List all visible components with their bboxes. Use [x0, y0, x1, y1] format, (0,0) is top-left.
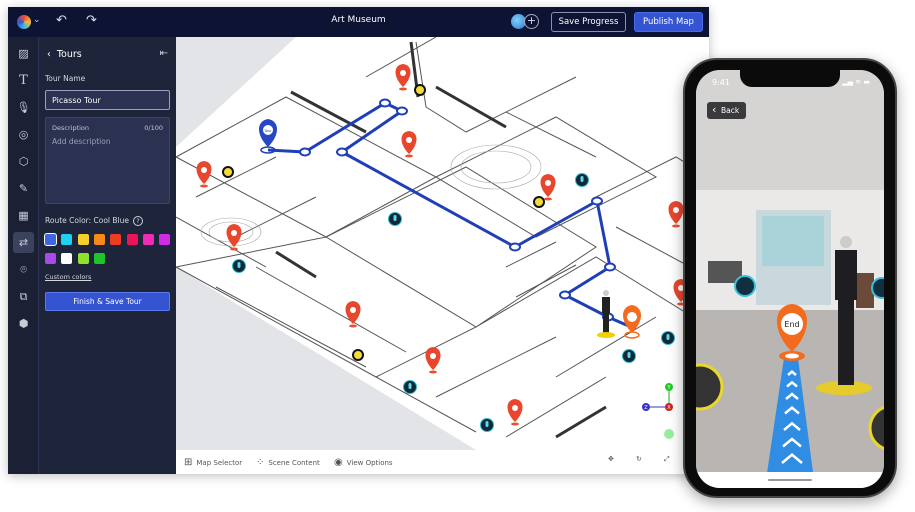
color-swatch[interactable]	[126, 234, 138, 245]
floor-plan: Tour Y Z X	[176, 37, 709, 450]
tours-back-button[interactable]: ‹ Tours	[47, 49, 82, 60]
route-node[interactable]	[299, 147, 311, 157]
phone-notch	[740, 70, 840, 87]
header: ⌄ ↶ ↷ Art Museum + Save Progress Publish…	[8, 7, 709, 37]
tool-rail: ▨ T 🎙︎ ◎ ⬡ ✎ ▦ ⇄ ⌾ ⧉ ⬢	[8, 37, 39, 474]
publish-map-button[interactable]: Publish Map	[634, 12, 703, 32]
custom-colors-link[interactable]: Custom colors	[45, 273, 91, 281]
finish-save-tour-button[interactable]: Finish & Save Tour	[45, 292, 170, 311]
route-node[interactable]	[559, 290, 571, 300]
color-swatch[interactable]	[110, 234, 122, 245]
description-counter: 0/100	[144, 124, 163, 132]
layers-icon[interactable]: ⧉	[13, 286, 34, 307]
scene-icon: ⁘	[256, 457, 265, 468]
ar-view: End 9:41 ▂▄ ≋ ▬ Back	[696, 70, 884, 488]
map-selector-label: Map Selector	[196, 458, 243, 467]
audio-marker-icon[interactable]	[388, 212, 402, 226]
audio-marker-icon[interactable]	[871, 277, 884, 299]
description-placeholder: Add description	[52, 137, 111, 146]
route-color-text: Route Color: Cool Blue	[45, 216, 129, 225]
description-label: Description	[52, 124, 90, 132]
route-node[interactable]	[396, 106, 408, 116]
audio-marker-icon[interactable]	[622, 349, 636, 363]
audio-marker-icon[interactable]	[734, 275, 756, 297]
gallery-scene: End	[696, 70, 884, 488]
end-label: End	[784, 320, 799, 329]
redo-icon[interactable]: ↷	[86, 13, 97, 28]
route-node[interactable]	[509, 242, 521, 252]
route-node[interactable]	[591, 196, 603, 206]
route-node[interactable]	[604, 262, 616, 272]
description-field[interactable]: Description 0/100 Add description	[45, 117, 170, 204]
scene-content-label: Scene Content	[268, 458, 320, 467]
edit-icon[interactable]: ✎	[13, 178, 34, 199]
tour-name-label: Tour Name	[45, 74, 86, 83]
save-progress-button[interactable]: Save Progress	[551, 12, 626, 32]
move-icon[interactable]: ✥	[608, 455, 614, 463]
artwork-marker[interactable]	[414, 84, 426, 96]
map-icon: ⊞	[184, 457, 193, 468]
image-icon[interactable]: ▨	[13, 43, 34, 64]
view-options-label: View Options	[346, 458, 393, 467]
artwork-marker[interactable]	[222, 166, 234, 178]
map-selector-button[interactable]: ⊞ Map Selector	[184, 457, 242, 468]
grid-icon[interactable]: ▦	[13, 205, 34, 226]
panel-title: Tours	[56, 49, 82, 60]
bottom-toolbar: ⊞ Map Selector ⁘ Scene Content ◉ View Optio…	[176, 450, 709, 474]
chevron-down-icon[interactable]: ⌄	[33, 15, 41, 25]
route-node[interactable]	[336, 147, 348, 157]
rotate-icon[interactable]: ↻	[636, 455, 642, 463]
color-swatch[interactable]	[61, 253, 73, 264]
color-swatch[interactable]	[142, 234, 154, 245]
microphone-icon[interactable]: 🎙︎	[13, 97, 34, 118]
app-logo[interactable]	[17, 15, 31, 29]
color-swatch[interactable]	[93, 253, 105, 264]
artwork-marker[interactable]	[533, 196, 545, 208]
color-swatch[interactable]	[44, 233, 57, 246]
guide-person	[835, 250, 857, 300]
axis-z: Z	[644, 405, 648, 411]
floor-plan-sheet	[176, 37, 709, 450]
tours-panel: ‹ Tours ⇤ Tour Name Picasso Tour Descrip…	[39, 37, 176, 474]
map-canvas[interactable]: Tour Y Z X	[176, 37, 709, 450]
route-node[interactable]	[379, 98, 391, 108]
color-swatch[interactable]	[77, 253, 89, 264]
box-stack-icon[interactable]: ⬢	[13, 313, 34, 334]
back-button[interactable]: Back	[707, 101, 746, 119]
audio-marker-icon[interactable]	[232, 259, 246, 273]
color-swatch[interactable]	[61, 234, 73, 245]
help-icon[interactable]: ?	[133, 216, 143, 226]
audio-marker-icon[interactable]	[480, 418, 494, 432]
artwork-marker[interactable]	[352, 349, 364, 361]
tour-name-input[interactable]: Picasso Tour	[45, 90, 170, 110]
home-indicator	[696, 472, 884, 488]
target-icon[interactable]: ◎	[13, 124, 34, 145]
editor-window: ⌄ ↶ ↷ Art Museum + Save Progress Publish…	[8, 7, 709, 474]
audio-marker-icon[interactable]	[661, 331, 675, 345]
color-swatch[interactable]	[77, 234, 89, 245]
fullscreen-icon[interactable]: ⤢	[664, 455, 670, 464]
axis-x: X	[667, 405, 671, 411]
color-swatch[interactable]	[93, 234, 105, 245]
scene-content-button[interactable]: ⁘ Scene Content	[256, 457, 320, 468]
undo-icon[interactable]: ↶	[56, 13, 67, 28]
add-collaborator-button[interactable]: +	[524, 14, 539, 29]
status-time: 9:41	[712, 78, 730, 87]
color-swatch[interactable]	[159, 234, 171, 245]
text-icon[interactable]: T	[13, 70, 34, 91]
collapse-panel-icon[interactable]: ⇤	[160, 48, 168, 59]
status-icons: ▂▄ ≋ ▬	[842, 78, 870, 86]
location-pin-icon[interactable]: ⌾	[13, 259, 34, 280]
route-icon[interactable]: ⇄	[13, 232, 34, 253]
view-options-button[interactable]: ◉ View Options	[334, 457, 393, 468]
cube-icon[interactable]: ⬡	[13, 151, 34, 172]
route-color-label: Route Color: Cool Blue?	[45, 216, 143, 226]
start-pin-label: Tour	[263, 129, 272, 133]
phone-preview: End 9:41 ▂▄ ≋ ▬ Back	[683, 58, 897, 498]
color-swatch[interactable]	[45, 253, 56, 264]
eye-icon: ◉	[334, 457, 343, 468]
audio-marker-icon[interactable]	[575, 173, 589, 187]
audio-marker-icon[interactable]	[403, 380, 417, 394]
